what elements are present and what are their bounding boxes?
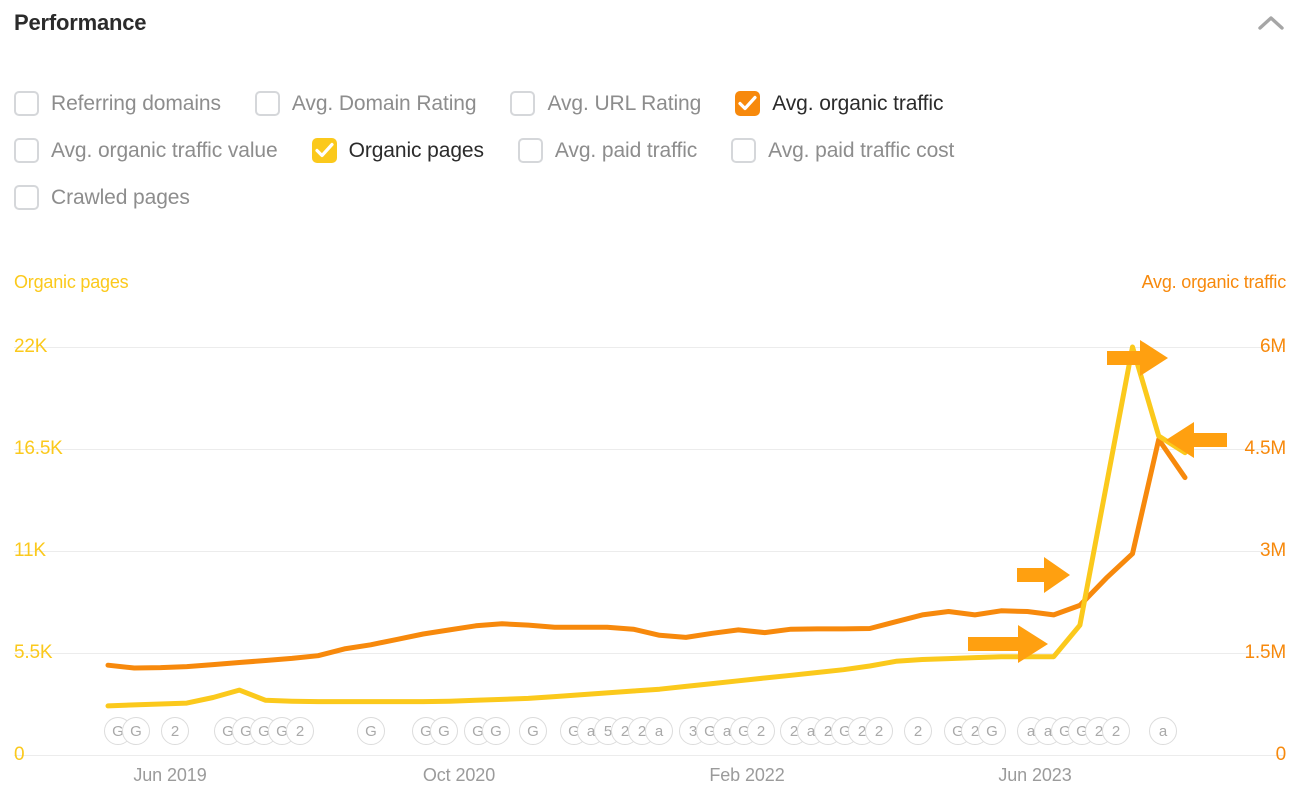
algorithm-update-badge[interactable]: 2 [286, 717, 314, 745]
metric-toggle-avg-domain-rating[interactable]: Avg. Domain Rating [255, 91, 477, 116]
metric-label: Avg. paid traffic cost [768, 139, 954, 163]
algorithm-update-badge[interactable]: 2 [747, 717, 775, 745]
algorithm-update-badge[interactable]: 2 [1102, 717, 1130, 745]
algorithm-update-badge[interactable]: 2 [161, 717, 189, 745]
page-title: Performance [14, 10, 146, 36]
checkbox-crawled-pages[interactable] [14, 185, 39, 210]
performance-chart: Organic pages Avg. organic traffic 05.5K… [0, 262, 1306, 798]
checkbox-avg-paid-traffic-cost[interactable] [731, 138, 756, 163]
metric-label: Avg. URL Rating [547, 92, 701, 116]
algorithm-update-badge[interactable]: G [357, 717, 385, 745]
metric-label: Avg. Domain Rating [292, 92, 477, 116]
metric-toggle-group: Referring domains Avg. Domain Rating Avg. … [14, 80, 1294, 221]
metric-row: Referring domains Avg. Domain Rating Avg. … [14, 80, 1294, 127]
checkbox-avg-organic-traffic[interactable] [735, 91, 760, 116]
check-icon [315, 142, 334, 159]
chevron-up-icon [1258, 15, 1284, 31]
metric-toggle-referring-domains[interactable]: Referring domains [14, 91, 221, 116]
algorithm-update-badge[interactable]: a [1149, 717, 1177, 745]
checkbox-avg-domain-rating[interactable] [255, 91, 280, 116]
checkbox-avg-organic-traffic-value[interactable] [14, 138, 39, 163]
algorithm-update-badge[interactable]: 2 [904, 717, 932, 745]
metric-toggle-organic-pages[interactable]: Organic pages [312, 138, 484, 163]
checkbox-avg-paid-traffic[interactable] [518, 138, 543, 163]
series-line-avg-organic-traffic [108, 440, 1185, 669]
metric-label: Organic pages [349, 139, 484, 163]
metric-row: Avg. organic traffic value Organic pages A… [14, 127, 1294, 174]
metric-label: Avg. organic traffic [772, 92, 943, 116]
performance-panel: Performance Referring domains Avg. Domain… [0, 0, 1306, 798]
metric-toggle-avg-paid-traffic-cost[interactable]: Avg. paid traffic cost [731, 138, 954, 163]
algorithm-update-badge[interactable]: 2 [865, 717, 893, 745]
collapse-panel-button[interactable] [1254, 8, 1288, 38]
metric-label: Referring domains [51, 92, 221, 116]
algorithm-update-badge[interactable]: G [978, 717, 1006, 745]
metric-label: Avg. paid traffic [555, 139, 697, 163]
algorithm-update-badge[interactable]: G [430, 717, 458, 745]
metric-toggle-avg-organic-traffic-value[interactable]: Avg. organic traffic value [14, 138, 278, 163]
panel-header: Performance [0, 0, 1306, 52]
algorithm-update-badge[interactable]: G [122, 717, 150, 745]
series-line-organic-pages [108, 347, 1185, 706]
checkbox-avg-url-rating[interactable] [510, 91, 535, 116]
algorithm-update-badge[interactable]: G [482, 717, 510, 745]
checkbox-organic-pages[interactable] [312, 138, 337, 163]
metric-label: Avg. organic traffic value [51, 139, 278, 163]
checkbox-referring-domains[interactable] [14, 91, 39, 116]
metric-row: Crawled pages [14, 174, 1294, 221]
algorithm-update-badge[interactable]: a [645, 717, 673, 745]
metric-toggle-avg-organic-traffic[interactable]: Avg. organic traffic [735, 91, 943, 116]
check-icon [738, 95, 757, 112]
metric-label: Crawled pages [51, 186, 190, 210]
metric-toggle-avg-url-rating[interactable]: Avg. URL Rating [510, 91, 701, 116]
algorithm-update-badge[interactable]: G [519, 717, 547, 745]
metric-toggle-avg-paid-traffic[interactable]: Avg. paid traffic [518, 138, 697, 163]
metric-toggle-crawled-pages[interactable]: Crawled pages [14, 185, 190, 210]
